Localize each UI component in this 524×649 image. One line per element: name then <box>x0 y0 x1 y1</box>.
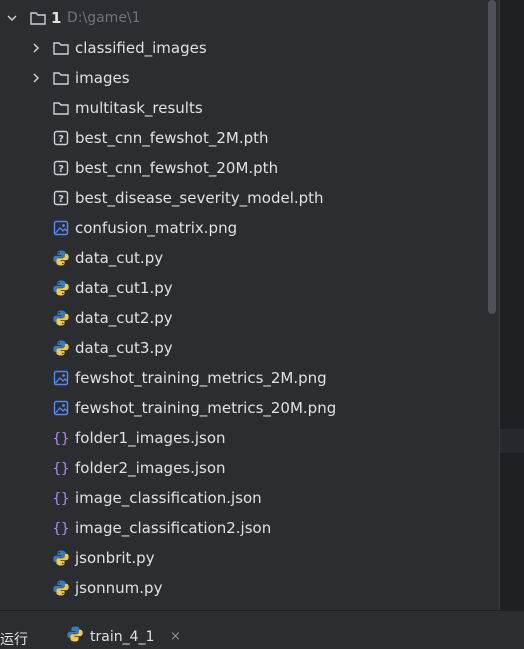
folder-label: images <box>75 69 130 87</box>
svg-text:{}: {} <box>53 521 70 537</box>
run-tool-label[interactable]: 运行 <box>0 629 28 649</box>
python-icon <box>52 339 70 357</box>
unknown-file-icon: ? <box>52 129 70 147</box>
json-icon: {} <box>52 459 70 477</box>
python-icon <box>52 549 70 567</box>
project-tree: 1 D:\game\1 classified_imagesimages multi… <box>0 3 486 603</box>
tree-item-image-classification-json[interactable]: {} image_classification.json <box>0 483 486 513</box>
file-label: best_disease_severity_model.pth <box>75 189 324 207</box>
file-label: best_cnn_fewshot_2M.pth <box>75 129 269 147</box>
file-label: fewshot_training_metrics_2M.png <box>75 369 327 387</box>
tree-item-jsonbrit-py[interactable]: jsonbrit.py <box>0 543 486 573</box>
folder-icon <box>52 39 70 57</box>
tree-item-folder2-images-json[interactable]: {} folder2_images.json <box>0 453 486 483</box>
unknown-file-icon: ? <box>52 159 70 177</box>
panel-divider[interactable] <box>499 0 500 610</box>
python-icon <box>52 309 70 327</box>
json-icon: {} <box>52 519 70 537</box>
svg-text:{}: {} <box>53 431 70 447</box>
svg-text:{}: {} <box>53 461 70 477</box>
svg-text:?: ? <box>58 134 64 145</box>
close-icon[interactable]: × <box>170 629 181 644</box>
json-icon: {} <box>52 429 70 447</box>
python-icon <box>52 579 70 597</box>
root-folder-path: D:\game\1 <box>67 10 141 26</box>
tree-item-images[interactable]: images <box>0 63 486 93</box>
tree-item-best-disease-severity-model-pth[interactable]: ? best_disease_severity_model.pth <box>0 183 486 213</box>
file-label: jsonbrit.py <box>75 549 155 567</box>
svg-text:?: ? <box>58 164 64 175</box>
file-label: folder1_images.json <box>75 429 226 447</box>
image-file-icon <box>52 399 70 417</box>
folder-icon <box>52 99 70 117</box>
tree-item-classified-images[interactable]: classified_images <box>0 33 486 63</box>
bottom-tool-bar: 运行 train_4_1 × <box>0 610 524 648</box>
tree-item-multitask-results[interactable]: multitask_results <box>0 93 486 123</box>
python-icon <box>52 279 70 297</box>
tree-item-best-cnn-fewshot-20m-pth[interactable]: ? best_cnn_fewshot_20M.pth <box>0 153 486 183</box>
chevron-right-icon[interactable] <box>29 41 43 55</box>
run-tab-label[interactable]: train_4_1 <box>90 629 154 645</box>
unknown-file-icon: ? <box>52 189 70 207</box>
file-label: confusion_matrix.png <box>75 219 238 237</box>
file-label: image_classification2.json <box>75 519 272 537</box>
svg-text:{}: {} <box>53 491 70 507</box>
chevron-right-icon[interactable] <box>29 71 43 85</box>
file-label: fewshot_training_metrics_20M.png <box>75 399 337 417</box>
folder-icon <box>52 69 70 87</box>
python-icon <box>66 625 84 643</box>
tree-item-data-cut2-py[interactable]: data_cut2.py <box>0 303 486 333</box>
python-icon <box>52 249 70 267</box>
tree-item-best-cnn-fewshot-2m-pth[interactable]: ? best_cnn_fewshot_2M.pth <box>0 123 486 153</box>
scrollbar-thumb[interactable] <box>488 0 496 314</box>
image-file-icon <box>52 219 70 237</box>
tree-item-image-classification2-json[interactable]: {} image_classification2.json <box>0 513 486 543</box>
editor-area <box>499 0 524 610</box>
tree-item-fewshot-training-metrics-20m-png[interactable]: fewshot_training_metrics_20M.png <box>0 393 486 423</box>
folder-icon <box>29 9 47 27</box>
svg-text:?: ? <box>58 194 64 205</box>
editor-current-line <box>499 429 524 453</box>
tree-item-data-cut1-py[interactable]: data_cut1.py <box>0 273 486 303</box>
file-label: jsonnum.py <box>75 579 163 597</box>
tree-item-jsonnum-py[interactable]: jsonnum.py <box>0 573 486 603</box>
image-file-icon <box>52 369 70 387</box>
file-label: folder2_images.json <box>75 459 226 477</box>
tree-item-confusion-matrix-png[interactable]: confusion_matrix.png <box>0 213 486 243</box>
tree-item-data-cut3-py[interactable]: data_cut3.py <box>0 333 486 363</box>
folder-label: multitask_results <box>75 99 203 117</box>
tree-item-folder1-images-json[interactable]: {} folder1_images.json <box>0 423 486 453</box>
file-label: data_cut1.py <box>75 279 173 297</box>
file-label: data_cut.py <box>75 249 164 267</box>
tree-item-fewshot-training-metrics-2m-png[interactable]: fewshot_training_metrics_2M.png <box>0 363 486 393</box>
file-label: image_classification.json <box>75 489 262 507</box>
file-label: best_cnn_fewshot_20M.pth <box>75 159 279 177</box>
json-icon: {} <box>52 489 70 507</box>
tree-item-data-cut-py[interactable]: data_cut.py <box>0 243 486 273</box>
chevron-down-icon[interactable] <box>5 11 19 25</box>
root-folder-label: 1 <box>51 9 62 27</box>
tree-root-row[interactable]: 1 D:\game\1 <box>0 3 486 33</box>
folder-label: classified_images <box>75 39 207 57</box>
file-label: data_cut2.py <box>75 309 173 327</box>
file-label: data_cut3.py <box>75 339 173 357</box>
